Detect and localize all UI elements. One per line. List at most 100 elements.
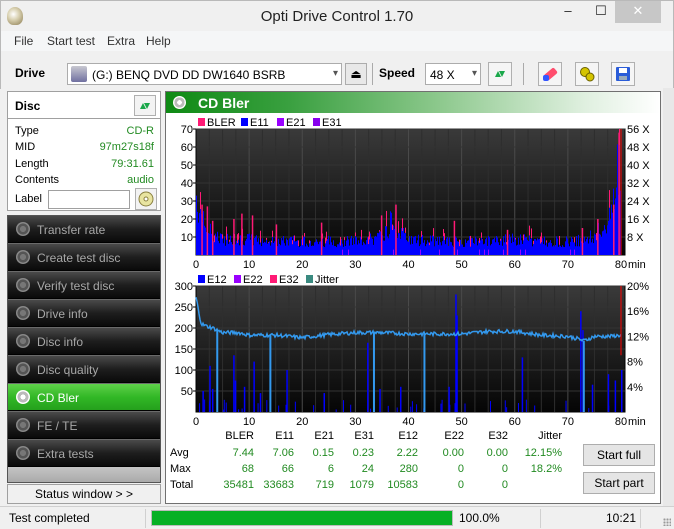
e12-bar <box>367 342 369 412</box>
e11-bar <box>548 242 549 255</box>
disc-refresh-button[interactable] <box>134 95 156 116</box>
scrollbar[interactable] <box>663 88 674 506</box>
nav-item-label: Verify test disc <box>37 279 115 293</box>
speed-select[interactable]: 48 X ▾ <box>425 63 481 85</box>
e11-bar <box>374 236 375 255</box>
e11-bar <box>290 237 291 255</box>
e12-bar <box>233 355 235 412</box>
e11-bar <box>366 240 367 255</box>
e11-bar <box>311 246 312 255</box>
nav-item-fe-te[interactable]: FE / TE <box>8 412 160 439</box>
nav-item-drive-info[interactable]: Drive info <box>8 300 160 327</box>
bler-bar <box>268 242 269 243</box>
nav-item-label: CD Bler <box>37 391 80 405</box>
e11-bar <box>493 239 494 255</box>
e11-bar <box>225 245 226 255</box>
e11-bar <box>383 240 384 255</box>
nav-item-disc-info[interactable]: Disc info <box>8 328 160 355</box>
bler-bar <box>325 237 326 244</box>
chevron-down-icon: ▾ <box>332 68 338 79</box>
e11-bar <box>319 241 320 255</box>
nav-item-verify-test-disc[interactable]: Verify test disc <box>8 272 160 299</box>
disc-label-button[interactable] <box>135 188 157 210</box>
x-tick-label: 40 <box>402 259 414 271</box>
e12-bar <box>238 409 240 412</box>
disc-type-key: Type <box>15 125 39 137</box>
menu-help[interactable]: Help <box>146 34 171 48</box>
resize-grip[interactable] <box>663 518 671 526</box>
stats-cell: 2.22 <box>396 447 418 459</box>
e11-bar <box>594 233 595 255</box>
nav-item-transfer-rate[interactable]: Transfer rate <box>8 216 160 243</box>
e11-bar <box>309 243 310 255</box>
bler-bar <box>304 232 305 237</box>
e11-bar <box>430 235 431 255</box>
e11-bar <box>616 187 617 255</box>
e11-bar <box>362 245 363 255</box>
stats-table: BLER E11 E21 E31 E12 E22 E32 Jitter Avg 7.44 7.06 0… <box>166 428 586 498</box>
progress-fill <box>152 511 452 525</box>
e11-bar <box>604 225 605 255</box>
nav-item-extra-tests[interactable]: Extra tests <box>8 440 160 467</box>
legend-label: Jitter <box>315 274 339 286</box>
e11-bar <box>224 236 225 255</box>
e11-bar <box>601 236 602 255</box>
close-button[interactable]: ✕ <box>615 1 661 23</box>
disc-label-input[interactable] <box>48 190 130 209</box>
e11-bar <box>527 239 528 255</box>
e11-bar <box>510 237 511 255</box>
nav-item-disc-quality[interactable]: Disc quality <box>8 356 160 383</box>
e11-bar <box>541 242 542 255</box>
menu-extra[interactable]: Extra <box>107 34 135 48</box>
menu-file[interactable]: File <box>14 34 33 48</box>
y2-tick-label: 16 X <box>627 214 650 226</box>
bler-spike <box>618 132 620 255</box>
e12-bar <box>278 405 280 412</box>
e11-bar <box>333 240 334 255</box>
e11-bar <box>556 236 557 255</box>
x-tick-label: 30 <box>349 416 361 427</box>
e11-bar <box>575 246 576 255</box>
e11-bar <box>291 236 292 255</box>
e12-bar <box>323 393 325 412</box>
menu-start-test[interactable]: Start test <box>47 34 95 48</box>
refresh-speed-button[interactable] <box>488 62 512 86</box>
e11-bar <box>312 245 313 255</box>
e11-bar <box>295 241 296 255</box>
e11-bar <box>407 241 408 255</box>
e11-bar <box>336 247 337 255</box>
x-tick-label: 30 <box>349 259 361 271</box>
bler-chart: BLER E11 E21 E31 0 10 20 30 40 50 60 70 80 min 10 20 30 4… <box>181 117 651 271</box>
e11-bar <box>489 237 490 255</box>
e11-bar <box>565 241 566 255</box>
e11-bar <box>259 244 260 255</box>
e12-bar <box>489 401 491 412</box>
nav-item-cd-bler[interactable]: CD Bler <box>8 384 160 411</box>
e11-bar <box>371 237 372 255</box>
e11-bar <box>413 237 414 255</box>
e11-bar <box>256 235 257 255</box>
x-tick-label: 0 <box>193 416 199 427</box>
nav-item-create-test-disc[interactable]: Create test disc <box>8 244 160 271</box>
start-part-button[interactable]: Start part <box>583 472 655 494</box>
minimize-button[interactable]: ‒ <box>552 1 584 23</box>
e11-bar <box>316 239 317 255</box>
erase-button[interactable] <box>538 62 562 86</box>
e11-bar <box>403 228 404 255</box>
e11-bar <box>509 234 510 255</box>
legend-swatch <box>198 118 205 126</box>
e11-bar <box>325 243 326 255</box>
eject-button[interactable]: ⏏ <box>345 63 367 85</box>
stats-cell: 7.06 <box>272 447 294 459</box>
start-full-button[interactable]: Start full <box>583 444 655 466</box>
save-button[interactable] <box>611 62 635 86</box>
status-window-button[interactable]: Status window > > <box>7 484 161 504</box>
e11-bar <box>442 241 443 255</box>
bler-bar <box>379 230 380 232</box>
settings-button[interactable] <box>575 62 599 86</box>
e11-bar <box>364 243 365 255</box>
e11-bar <box>434 246 435 255</box>
maximize-button[interactable]: ☐ <box>585 1 617 23</box>
drive-select[interactable]: (G:) BENQ DVD DD DW1640 BSRB ▾ <box>67 63 342 85</box>
bler-bar <box>459 239 460 247</box>
